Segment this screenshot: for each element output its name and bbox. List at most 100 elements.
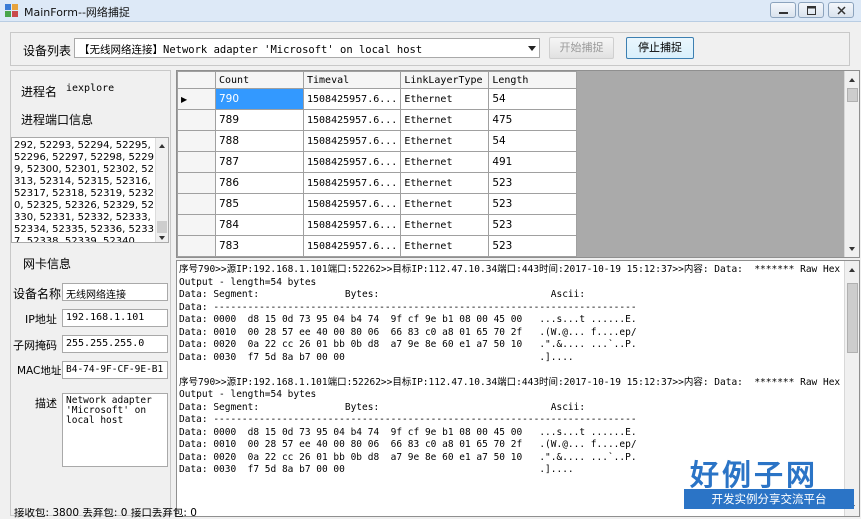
linklayertype-cell[interactable]: Ethernet [400,151,490,173]
row-header-cell[interactable] [177,151,216,173]
timeval-cell[interactable]: 1508425957.6... [302,214,402,236]
process-name-label: 进程名 [21,85,58,99]
log-line: Data: Segment: Bytes: Ascii: [179,289,586,300]
process-name-field[interactable]: iexplore [63,81,167,99]
app-icon [5,4,18,17]
main-client-area: 设备列表 【无线网络连接】Network adapter 'Microsoft'… [0,22,861,519]
log-line: Data: ----------------------------------… [179,301,637,313]
maximize-button[interactable] [798,2,824,18]
mac-label: MAC地址 [17,365,62,377]
row-header-cell[interactable]: ▶ [177,88,216,110]
timeval-cell[interactable]: 1508425957.6... [302,109,402,131]
timeval-cell[interactable]: 1508425957.6... [302,193,402,215]
timeval-cell[interactable]: 1508425957.6... [302,235,402,257]
log-line: Data: 0030 f7 5d 8a b7 00 00 .].... [179,351,574,363]
device-select[interactable]: 【无线网络连接】Network adapter 'Microsoft' on l… [74,38,540,58]
count-cell[interactable]: 790 [215,88,304,110]
process-ports-textbox[interactable]: 292, 52293, 52294, 52295, 52296, 52297, … [11,137,169,243]
nic-info-label: 网卡信息 [23,257,72,271]
subnet-field[interactable]: 255.255.255.0 [62,335,168,353]
linklayertype-cell[interactable]: Ethernet [400,88,490,110]
row-header-corner [177,71,216,89]
table-row[interactable]: ▶ 790 1508425957.6... Ethernet 54 [177,88,578,110]
row-header-cell[interactable] [177,130,216,152]
table-row[interactable]: 788 1508425957.6... Ethernet 54 [177,130,578,152]
row-header-cell[interactable] [177,109,216,131]
length-cell[interactable]: 475 [488,109,578,131]
column-header-linklayertype[interactable]: LinkLayerType [400,71,490,89]
table-row[interactable]: 783 1508425957.6... Ethernet 523 [177,235,578,257]
scroll-down-icon [159,236,165,240]
row-header-cell[interactable] [177,172,216,194]
packet-grid[interactable]: Count Timeval LinkLayerType Length ▶ 790 1… [176,70,860,258]
length-cell[interactable]: 523 [488,172,578,194]
watermark-tagline: 开发实例分享交流平台 [684,489,854,509]
table-row[interactable]: 787 1508425957.6... Ethernet 491 [177,151,578,173]
window-title: MainForm--网络捕捉 [24,6,130,19]
device-list-label: 设备列表 [23,44,72,58]
linklayertype-cell[interactable]: Ethernet [400,214,490,236]
table-row[interactable]: 786 1508425957.6... Ethernet 523 [177,172,578,194]
table-row[interactable]: 789 1508425957.6... Ethernet 475 [177,109,578,131]
stop-capture-button[interactable]: 停止捕捉 [626,37,694,59]
table-row[interactable]: 784 1508425957.6... Ethernet 523 [177,214,578,236]
count-cell[interactable]: 783 [215,235,304,257]
packet-table: Count Timeval LinkLayerType Length ▶ 790 1… [177,71,578,257]
log-line: Data: 0020 0a 22 cc 26 01 bb 0b d8 a7 9e… [179,339,637,350]
linklayertype-cell[interactable]: Ethernet [400,193,490,215]
timeval-cell[interactable]: 1508425957.6... [302,151,402,173]
log-line: 序号790>>源IP:192.168.1.101端口:52262>>目标IP:1… [179,264,841,275]
timeval-cell[interactable]: 1508425957.6... [302,172,402,194]
log-line: Output - length=54 bytes [179,276,317,288]
scroll-down-icon [849,247,855,251]
ip-field[interactable]: 192.168.1.101 [62,309,168,327]
count-cell[interactable]: 785 [215,193,304,215]
linklayertype-cell[interactable]: Ethernet [400,235,490,257]
length-cell[interactable]: 54 [488,130,578,152]
row-header-cell[interactable] [177,214,216,236]
count-cell[interactable]: 787 [215,151,304,173]
count-cell[interactable]: 784 [215,214,304,236]
ports-scrollbar[interactable] [155,138,168,242]
scroll-up-icon [159,144,165,148]
device-selection-group: 设备列表 【无线网络连接】Network adapter 'Microsoft'… [10,32,850,66]
log-line: Data: Segment: Bytes: Ascii: [179,401,586,413]
column-header-length[interactable]: Length [488,71,578,89]
row-header-cell[interactable] [177,193,216,215]
process-info-panel: 进程名 iexplore 进程端口信息 292, 52293, 52294, 5… [10,70,171,516]
count-cell[interactable]: 788 [215,130,304,152]
column-header-timeval[interactable]: Timeval [302,71,402,89]
length-cell[interactable]: 491 [488,151,578,173]
log-line: Output - length=54 bytes [179,389,317,400]
timeval-cell[interactable]: 1508425957.6... [302,130,402,152]
dropdown-arrow-icon [528,46,536,51]
description-textbox[interactable]: Network adapter 'Microsoft' on local hos… [62,393,168,467]
minimize-button[interactable] [770,2,796,18]
table-row[interactable]: 785 1508425957.6... Ethernet 523 [177,193,578,215]
length-cell[interactable]: 54 [488,88,578,110]
minimize-icon [779,12,788,14]
column-header-count[interactable]: Count [215,71,304,89]
start-capture-button[interactable]: 开始捕捉 [549,37,614,59]
process-ports-value: 292, 52293, 52294, 52295, 52296, 52297, … [14,140,154,243]
close-button[interactable] [828,2,854,18]
length-cell[interactable]: 523 [488,214,578,236]
count-cell[interactable]: 789 [215,109,304,131]
maximize-icon [807,6,816,15]
packet-log-content: 序号790>>源IP:192.168.1.101端口:52262>>目标IP:1… [179,264,844,477]
description-label: 描述 [35,397,57,410]
linklayertype-cell[interactable]: Ethernet [400,172,490,194]
grid-header-row: Count Timeval LinkLayerType Length [177,71,578,89]
length-cell[interactable]: 523 [488,235,578,257]
log-line: Data: 0000 d8 15 0d 73 95 04 b4 74 9f cf… [179,314,637,325]
watermark-brand: 好例子网 [690,458,819,492]
linklayertype-cell[interactable]: Ethernet [400,130,490,152]
mac-field[interactable]: B4-74-9F-CF-9E-B1 [62,361,168,379]
device-name-field[interactable]: 无线网络连接 [62,283,168,301]
timeval-cell[interactable]: 1508425957.6... [302,88,402,110]
linklayertype-cell[interactable]: Ethernet [400,109,490,131]
grid-scrollbar[interactable] [844,71,859,257]
count-cell[interactable]: 786 [215,172,304,194]
length-cell[interactable]: 523 [488,193,578,215]
row-header-cell[interactable] [177,235,216,257]
